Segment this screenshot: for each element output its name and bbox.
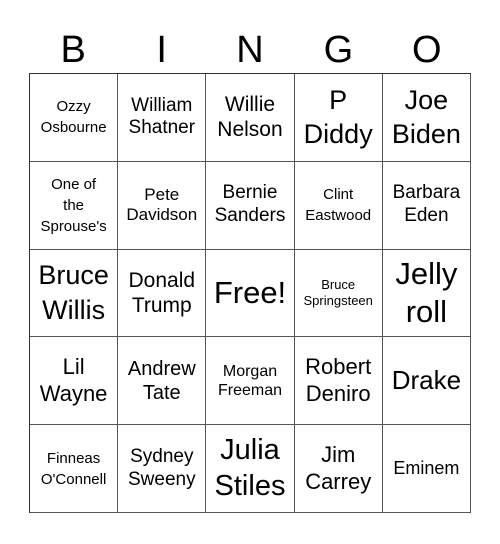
cell-label: Clint Eastwood [305,186,372,225]
bingo-cell-r4-c3[interactable]: Morgan Freeman [206,337,295,426]
cell-label: Andrew Tate [127,357,196,404]
bingo-cell-r5-c4[interactable]: Jim Carrey [294,425,383,513]
header-letter-o: O [412,29,442,71]
cell-label: Julia Stiles [214,433,286,502]
cell-label: Drake [391,365,462,396]
bingo-cell-r2-c3[interactable]: Bernie Sanders [206,161,295,250]
bingo-cell-r1-c1[interactable]: Ozzy Osbourne [30,74,119,162]
cell-label: Barbara Eden [392,182,461,227]
cell-label: One of the Sprouse's [40,175,107,235]
bingo-cell-r3-c2[interactable]: Donald Trump [118,249,207,338]
cell-label: William Shatner [128,94,196,139]
bingo-card-grid: Ozzy Osbourne William Shatner Willie Nel… [29,73,471,513]
cell-label: Ozzy Osbourne [40,98,107,137]
bingo-cell-r2-c1[interactable]: One of the Sprouse's [30,161,119,250]
bingo-cell-r1-c5[interactable]: Joe Biden [382,74,471,162]
bingo-cell-r2-c4[interactable]: Clint Eastwood [294,161,383,250]
cell-label: Joe Biden [391,84,461,150]
bingo-cell-r3-c1[interactable]: Bruce Willis [30,249,119,338]
cell-label: Donald Trump [128,268,196,317]
cell-label: Jim Carrey [305,442,372,494]
header-letter-b: B [60,29,86,71]
bingo-cell-r4-c4[interactable]: Robert Deniro [294,337,383,426]
header-letter-i: I [156,29,167,71]
bingo-cell-r3-c5[interactable]: Jelly roll [382,249,471,338]
bingo-cell-r4-c1[interactable]: Lil Wayne [30,337,119,426]
header-letter-n: N [236,29,264,71]
cell-label: Lil Wayne [39,354,108,406]
cell-label: Free! [213,275,287,311]
bingo-cell-r1-c2[interactable]: William Shatner [118,74,207,162]
bingo-header: B I N G O [29,28,471,72]
bingo-cell-r4-c2[interactable]: Andrew Tate [118,337,207,426]
cell-label: Morgan Freeman [217,362,282,399]
cell-label: Bruce Willis [38,260,109,325]
bingo-cell-r5-c2[interactable]: Sydney Sweeny [118,425,207,513]
header-letter-g: G [323,29,354,71]
bingo-cell-r2-c2[interactable]: Pete Davidson [118,161,207,250]
cell-label: Pete Davidson [126,184,198,225]
cell-label: P Diddy [303,84,373,150]
bingo-cell-r2-c5[interactable]: Barbara Eden [382,161,471,250]
cell-label: Jelly roll [395,256,458,329]
cell-label: Robert Deniro [305,354,372,406]
bingo-cell-r5-c1[interactable]: Finneas O'Connell [30,425,119,513]
cell-label: Eminem [393,457,460,478]
cell-label: Willie Nelson [217,93,283,142]
cell-label: Finneas O'Connell [40,449,107,488]
bingo-cell-r3-c4[interactable]: Bruce Springsteen [294,249,383,338]
cell-label: Bruce Springsteen [303,277,373,308]
bingo-cell-r4-c5[interactable]: Drake [382,337,471,426]
bingo-cell-r1-c4[interactable]: P Diddy [294,74,383,162]
bingo-cell-r1-c3[interactable]: Willie Nelson [206,74,295,162]
bingo-free-space[interactable]: Free! [206,249,295,338]
bingo-cell-r5-c3[interactable]: Julia Stiles [206,425,295,513]
cell-label: Bernie Sanders [214,182,286,227]
cell-label: Sydney Sweeny [127,445,196,490]
bingo-cell-r5-c5[interactable]: Eminem [382,425,471,513]
